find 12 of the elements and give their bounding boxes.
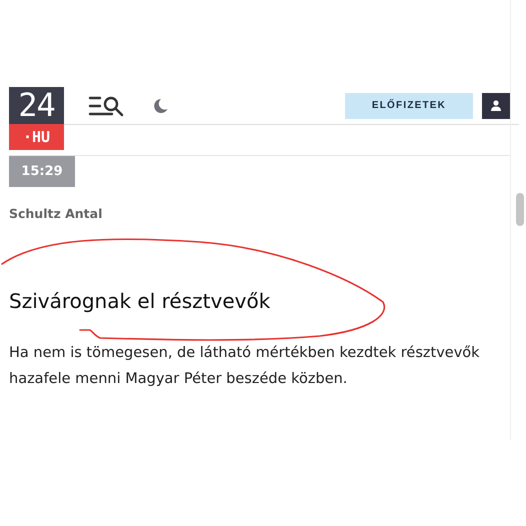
- logo[interactable]: ·HU: [9, 124, 64, 150]
- post-title: Szivárognak el résztvevők: [9, 289, 272, 313]
- subscribe-button[interactable]: ELŐFIZETEK: [345, 92, 473, 118]
- moon-icon[interactable]: [152, 98, 168, 114]
- user-icon: [491, 100, 501, 111]
- user-button[interactable]: [482, 92, 510, 118]
- post-text: Ha nem is tömegesen, de látható mértékben kezdtek résztvevők hazafele menni Magyar Péter beszéde közben.: [9, 344, 481, 389]
- scrollbar-thumb[interactable]: [516, 193, 524, 226]
- logo[interactable]: 24: [9, 87, 64, 124]
- time-badge: 15:29: [9, 156, 75, 187]
- author-name[interactable]: Schultz Antal: [9, 206, 510, 221]
- menu-search-icon[interactable]: [88, 94, 125, 116]
